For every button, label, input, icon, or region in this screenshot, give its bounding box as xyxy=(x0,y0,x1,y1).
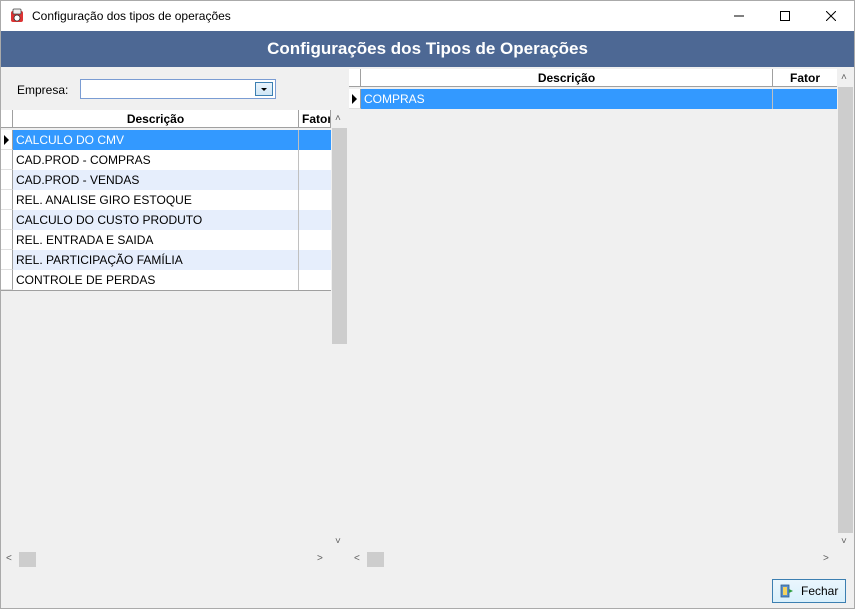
cell-fator xyxy=(773,89,838,109)
title-bar: Configuração dos tipos de operações xyxy=(1,1,854,31)
cell-descricao: REL. ENTRADA E SAIDA xyxy=(13,230,299,250)
cell-descricao: COMPRAS xyxy=(361,89,773,109)
main-window: Configuração dos tipos de operações Conf… xyxy=(0,0,855,609)
table-row[interactable]: CALCULO DO CMV xyxy=(1,130,331,150)
exit-door-icon xyxy=(780,584,793,598)
cell-fator xyxy=(299,190,331,210)
cell-fator xyxy=(299,150,331,170)
table-row[interactable]: CONTROLE DE PERDAS xyxy=(1,270,331,291)
minimize-icon xyxy=(734,15,744,17)
cell-descricao: CAD.PROD - VENDAS xyxy=(13,170,299,190)
scroll-left-icon[interactable]: ˂ xyxy=(354,553,360,564)
current-row-arrow-icon xyxy=(352,94,357,104)
right-col-descricao-header[interactable]: Descrição xyxy=(361,69,773,87)
row-indicator xyxy=(1,150,13,170)
scroll-right-icon[interactable]: ˃ xyxy=(823,553,829,564)
close-icon xyxy=(826,11,836,21)
cell-fator xyxy=(299,170,331,190)
left-vscroll-thumb[interactable] xyxy=(332,128,347,344)
row-indicator xyxy=(349,89,361,109)
close-button[interactable]: Fechar xyxy=(772,579,846,603)
cell-descricao: REL. PARTICIPAÇÃO FAMÍLIA xyxy=(13,250,299,270)
maximize-icon xyxy=(780,11,790,21)
table-row[interactable]: REL. PARTICIPAÇÃO FAMÍLIA xyxy=(1,250,331,270)
cell-fator xyxy=(299,130,331,150)
empresa-label: Empresa: xyxy=(17,83,69,97)
cell-descricao: CONTROLE DE PERDAS xyxy=(13,270,299,290)
scroll-up-icon[interactable]: ˄ xyxy=(841,72,847,83)
right-col-fator-header[interactable]: Fator xyxy=(773,69,838,87)
right-hscroll-thumb[interactable] xyxy=(367,552,384,567)
maximize-button[interactable] xyxy=(762,1,808,31)
left-grid[interactable]: Descrição Fator CALCULO DO CMV CAD.PROD … xyxy=(1,110,348,568)
table-row[interactable]: CAD.PROD - VENDAS xyxy=(1,170,331,190)
cell-fator xyxy=(299,270,331,290)
chevron-down-icon xyxy=(261,88,267,91)
row-indicator xyxy=(1,170,13,190)
page-title: Configurações dos Tipos de Operações xyxy=(267,39,588,58)
table-row[interactable]: COMPRAS xyxy=(349,89,838,109)
left-grid-indicator-header xyxy=(1,110,13,128)
right-vscroll-thumb[interactable] xyxy=(838,87,853,533)
scroll-right-icon[interactable]: ˃ xyxy=(317,553,323,564)
cell-descricao: REL. ANALISE GIRO ESTOQUE xyxy=(13,190,299,210)
row-indicator xyxy=(1,270,13,290)
left-col-descricao-header[interactable]: Descrição xyxy=(13,110,299,128)
row-indicator xyxy=(1,190,13,210)
header-band: Configurações dos Tipos de Operações xyxy=(1,31,854,67)
cell-descricao: CALCULO DO CMV xyxy=(13,130,299,150)
app-icon xyxy=(11,8,23,22)
row-indicator xyxy=(1,130,13,150)
left-horizontal-scrollbar[interactable]: ˂ ˃ xyxy=(1,551,331,568)
row-indicator xyxy=(1,230,13,250)
left-vertical-scrollbar[interactable]: ˄ ˅ xyxy=(331,110,348,551)
empresa-select[interactable] xyxy=(80,79,276,99)
left-col-fator-header[interactable]: Fator xyxy=(299,110,331,128)
table-row[interactable]: REL. ANALISE GIRO ESTOQUE xyxy=(1,190,331,210)
cell-fator xyxy=(299,230,331,250)
cell-fator xyxy=(299,250,331,270)
current-row-arrow-icon xyxy=(4,135,9,145)
row-indicator xyxy=(1,250,13,270)
right-grid-indicator-header xyxy=(349,69,361,87)
minimize-button[interactable] xyxy=(716,1,762,31)
table-row[interactable]: REL. ENTRADA E SAIDA xyxy=(1,230,331,250)
scroll-down-icon[interactable]: ˅ xyxy=(335,536,341,547)
table-row[interactable]: CALCULO DO CUSTO PRODUTO xyxy=(1,210,331,230)
close-button-label: Fechar xyxy=(801,584,839,598)
right-horizontal-scrollbar[interactable]: ˂ ˃ xyxy=(349,551,837,568)
scroll-down-icon[interactable]: ˅ xyxy=(841,536,847,547)
close-window-button[interactable] xyxy=(808,1,854,31)
empresa-dropdown-button[interactable] xyxy=(255,82,273,96)
cell-fator xyxy=(299,210,331,230)
left-hscroll-thumb[interactable] xyxy=(19,552,36,567)
table-row[interactable]: CAD.PROD - COMPRAS xyxy=(1,150,331,170)
cell-descricao: CAD.PROD - COMPRAS xyxy=(13,150,299,170)
row-indicator xyxy=(1,210,13,230)
window-title: Configuração dos tipos de operações xyxy=(32,9,231,23)
right-grid[interactable]: Descrição Fator COMPRAS ˄ ˅ ˂ ˃ xyxy=(349,69,854,568)
scroll-up-icon[interactable]: ˄ xyxy=(335,113,341,124)
right-vertical-scrollbar[interactable]: ˄ ˅ xyxy=(837,69,854,551)
scroll-left-icon[interactable]: ˂ xyxy=(6,553,12,564)
cell-descricao: CALCULO DO CUSTO PRODUTO xyxy=(13,210,299,230)
